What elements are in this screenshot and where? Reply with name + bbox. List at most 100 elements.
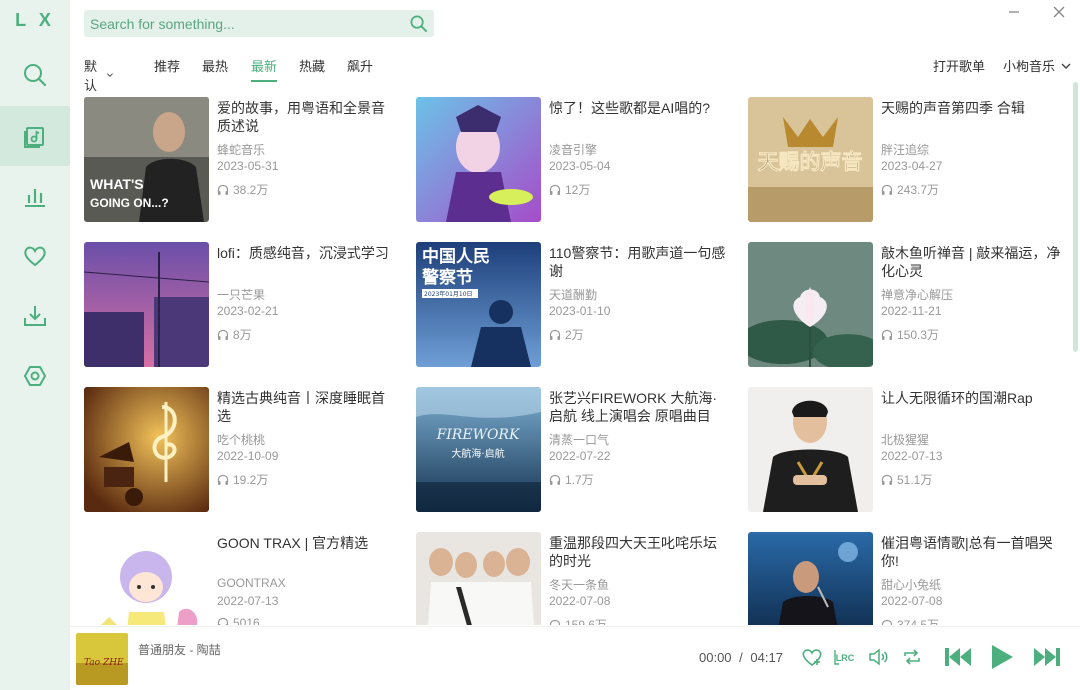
- playlist-title[interactable]: 惊了！这些歌都是AI唱的?: [549, 99, 729, 117]
- nav-download[interactable]: [0, 286, 70, 346]
- sort-rising[interactable]: 飙升: [347, 56, 373, 75]
- play-count-value: 150.3万: [897, 328, 940, 342]
- playlist-card[interactable]: 催泪粤语情歌|总有一首唱哭你! 甜心小兔纸 2022-07-08 374.5万: [748, 532, 1068, 625]
- loop-button[interactable]: [901, 646, 923, 668]
- playlist-date: 2022-07-08: [549, 594, 611, 608]
- previous-button[interactable]: [943, 645, 973, 669]
- playlist-title[interactable]: 让人无限循环的国潮Rap: [881, 389, 1061, 407]
- sort-hot-collection[interactable]: 热藏: [299, 56, 325, 75]
- playlist-card[interactable]: GOON TRAX | 官方精选 GOONTRAX 2022-07-13 501…: [84, 532, 404, 625]
- nav-settings[interactable]: [0, 346, 70, 406]
- search-icon[interactable]: [409, 14, 428, 33]
- source-dropdown[interactable]: 小枸音乐: [1003, 56, 1072, 75]
- playlist-card[interactable]: 精选古典纯音丨深度睡眠首选 吃个桃桃 2022-10-09 19.2万: [84, 387, 404, 512]
- playlist-title[interactable]: lofi：质感纯音，沉浸式学习: [217, 244, 397, 262]
- play-count: 38.2万: [217, 181, 268, 198]
- playlist-author[interactable]: 禅意净心解压: [881, 286, 953, 303]
- playlist-author[interactable]: 一只芒果: [217, 286, 265, 303]
- nav-leaderboard[interactable]: [0, 166, 70, 226]
- playlist-card[interactable]: 敲木鱼听禅音 | 敲来福运，净化心灵 禅意净心解压 2022-11-21 150…: [748, 242, 1068, 367]
- playlist-cover[interactable]: [748, 242, 873, 367]
- playlist-title[interactable]: 天赐的声音第四季 合辑: [881, 99, 1061, 117]
- playlist-cover[interactable]: [84, 387, 209, 512]
- sort-recommend[interactable]: 推荐: [154, 56, 180, 75]
- svg-text:天赐的声音: 天赐的声音: [758, 150, 863, 174]
- scrollbar[interactable]: [1073, 82, 1078, 352]
- svg-text:中国人民: 中国人民: [422, 246, 490, 267]
- playlist-author[interactable]: 吃个桃桃: [217, 431, 265, 448]
- playlist-author[interactable]: 冬天一条鱼: [549, 576, 609, 593]
- playlist-title[interactable]: 精选古典纯音丨深度睡眠首选: [217, 389, 397, 425]
- playlist-cover[interactable]: [748, 387, 873, 512]
- headphones-icon: [549, 474, 561, 485]
- playlist-title[interactable]: 爱的故事，用粤语和全景音质述说: [217, 99, 397, 135]
- playlist-title[interactable]: GOON TRAX | 官方精选: [217, 534, 397, 552]
- playlist-author[interactable]: 蜂蛇音乐: [217, 141, 265, 158]
- playlist-author[interactable]: 甜心小兔纸: [881, 576, 941, 593]
- playlist-author[interactable]: 清蒸一口气: [549, 431, 609, 448]
- play-count: 243.7万: [881, 181, 939, 198]
- playlist-cover[interactable]: [748, 532, 873, 625]
- playlist-cover[interactable]: [416, 532, 541, 625]
- playlist-title[interactable]: 重温那段四大天王叱咤乐坛的时光: [549, 534, 729, 570]
- sort-hottest[interactable]: 最热: [202, 56, 228, 75]
- playlist-card[interactable]: 天赐的声音 天赐的声音第四季 合辑 胖汪追综 2023-04-27 243.7万: [748, 97, 1068, 222]
- nav-favorites[interactable]: [0, 226, 70, 286]
- playlist-cover[interactable]: [84, 532, 209, 625]
- playlist-author[interactable]: GOONTRAX: [217, 576, 286, 590]
- headphones-icon: [217, 474, 229, 485]
- favorite-button[interactable]: [801, 646, 823, 668]
- playlist-author[interactable]: 胖汪追综: [881, 141, 929, 158]
- playlist-date: 2022-07-13: [217, 594, 279, 608]
- search-icon: [24, 64, 47, 87]
- lyrics-button[interactable]: LRC: [833, 646, 857, 668]
- playlist-card[interactable]: WHAT'S GOING ON...? 爱的故事，用粤语和全景音质述说 蜂蛇音乐 …: [84, 97, 404, 222]
- playlist-card[interactable]: lofi：质感纯音，沉浸式学习 一只芒果 2023-02-21 8万: [84, 242, 404, 367]
- playlist-author[interactable]: 北极猩猩: [881, 431, 929, 448]
- playlist-cover[interactable]: FIREWORK 大航海·启航: [416, 387, 541, 512]
- play-count: 150.3万: [881, 326, 939, 343]
- minimize-icon[interactable]: [1006, 4, 1022, 20]
- nav-search[interactable]: [0, 45, 70, 105]
- playlist-date: 2022-10-09: [217, 449, 279, 463]
- play-count-value: 19.2万: [233, 473, 269, 487]
- heart-icon: [24, 246, 46, 267]
- playlist-card[interactable]: FIREWORK 大航海·启航 张艺兴FIREWORK 大航海·启航 线上演唱会 …: [416, 387, 736, 512]
- player-cover[interactable]: Tao ZHE: [76, 633, 128, 685]
- playlist-grid: WHAT'S GOING ON...? 爱的故事，用粤语和全景音质述说 蜂蛇音乐 …: [84, 97, 1074, 625]
- headphones-icon: [549, 619, 561, 625]
- play-button[interactable]: [987, 643, 1015, 671]
- source-label: 小枸音乐: [1003, 59, 1056, 74]
- playlist-cover[interactable]: WHAT'S GOING ON...?: [84, 97, 209, 222]
- playlist-date: 2023-05-04: [549, 159, 611, 173]
- play-count: 2万: [549, 326, 584, 343]
- search-input[interactable]: [84, 10, 394, 37]
- tag-dropdown[interactable]: 默认: [84, 56, 114, 94]
- next-button[interactable]: [1032, 645, 1062, 669]
- playlist-cover[interactable]: [416, 97, 541, 222]
- playlist-card[interactable]: 重温那段四大天王叱咤乐坛的时光 冬天一条鱼 2022-07-08 159.6万: [416, 532, 736, 625]
- play-count-value: 374.5万: [897, 618, 940, 625]
- playlist-date: 2022-07-22: [549, 449, 611, 463]
- playlist-card[interactable]: 惊了！这些歌都是AI唱的? 凌音引擎 2023-05-04 12万: [416, 97, 736, 222]
- playlist-card[interactable]: 让人无限循环的国潮Rap 北极猩猩 2022-07-13 51.1万: [748, 387, 1068, 512]
- open-songlist-button[interactable]: 打开歌单: [933, 56, 985, 75]
- playlist-cover[interactable]: [84, 242, 209, 367]
- playlist-cover[interactable]: 天赐的声音: [748, 97, 873, 222]
- volume-button[interactable]: [867, 646, 889, 668]
- nav-songlist[interactable]: [0, 106, 70, 166]
- playlist-title[interactable]: 敲木鱼听禅音 | 敲来福运，净化心灵: [881, 244, 1061, 280]
- playlist-card[interactable]: 中国人民 警察节 2023年01月10日 110警察节：用歌声道一句感谢 天道酬勤 …: [416, 242, 736, 367]
- playlist-title[interactable]: 催泪粤语情歌|总有一首唱哭你!: [881, 534, 1061, 570]
- playlist-cover[interactable]: 中国人民 警察节 2023年01月10日: [416, 242, 541, 367]
- svg-text:FIREWORK: FIREWORK: [436, 427, 521, 443]
- play-count-value: 5016: [233, 616, 260, 625]
- sort-newest[interactable]: 最新: [251, 56, 278, 82]
- playlist-author[interactable]: 凌音引擎: [549, 141, 597, 158]
- playlist-author[interactable]: 天道酬勤: [549, 286, 597, 303]
- playlist-title[interactable]: 110警察节：用歌声道一句感谢: [549, 244, 729, 280]
- playlist-title[interactable]: 张艺兴FIREWORK 大航海·启航 线上演唱会 原唱曲目: [549, 389, 729, 425]
- play-count: 5016: [217, 616, 260, 625]
- close-icon[interactable]: [1051, 4, 1067, 20]
- play-count-value: 8万: [233, 328, 252, 342]
